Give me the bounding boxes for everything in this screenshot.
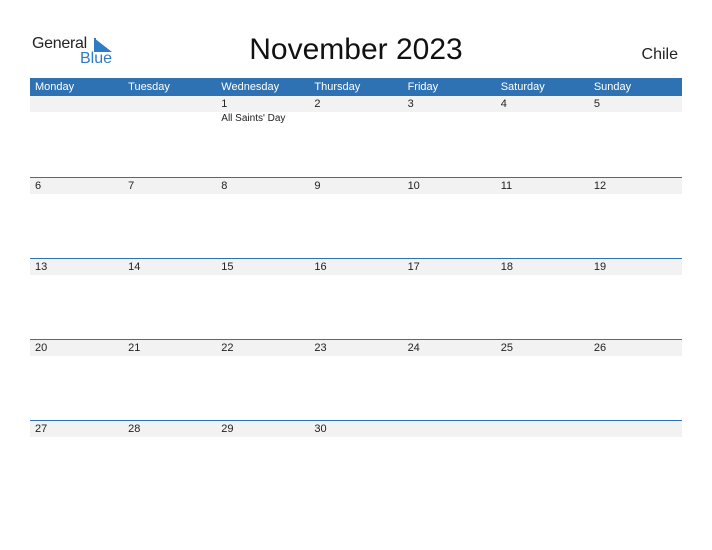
day-cell: 12 <box>589 178 682 194</box>
day-cell: 28 <box>123 421 216 437</box>
day-number: 12 <box>593 180 607 192</box>
calendar-title: November 2023 <box>249 33 463 66</box>
day-number: 2 <box>314 98 321 110</box>
day-number: 25 <box>500 342 513 354</box>
day-cell: 26 <box>589 340 682 356</box>
weekday-wednesday: Wednesday <box>221 81 280 93</box>
day-cell: 11 <box>496 178 589 194</box>
day-number: 18 <box>500 261 513 273</box>
day-number: 16 <box>314 261 327 273</box>
day-number: 4 <box>500 98 507 110</box>
day-cell <box>403 421 496 437</box>
day-cell: 15 <box>216 259 309 275</box>
day-number: 24 <box>407 342 420 354</box>
holiday-label: All Saints' Day <box>221 113 286 124</box>
day-cell: 25 <box>496 340 589 356</box>
weeks-container: 1 All Saints' Day 2 3 4 5 6 7 8 9 10 11 12 13 14 15 16 17… <box>30 96 682 501</box>
day-cell <box>30 96 123 112</box>
day-cell: 6 <box>30 178 123 194</box>
week-row: 6 7 8 9 10 11 12 <box>30 177 682 258</box>
day-number: 9 <box>314 180 321 192</box>
day-cell: 3 <box>403 96 496 112</box>
weekday-thursday: Thursday <box>314 81 361 93</box>
day-cell <box>589 421 682 437</box>
day-cell: 23 <box>309 340 402 356</box>
day-number: 19 <box>593 261 607 273</box>
day-cell: 9 <box>309 178 402 194</box>
day-cell: 27 <box>30 421 123 437</box>
day-cell: 21 <box>123 340 216 356</box>
day-cell <box>496 421 589 437</box>
day-cell: 7 <box>123 178 216 194</box>
date-strip: 27 28 29 30 <box>30 421 682 437</box>
weekday-monday: Monday <box>35 81 75 93</box>
day-cell: 24 <box>403 340 496 356</box>
day-number: 14 <box>128 261 141 273</box>
date-strip: 1 All Saints' Day 2 3 4 5 <box>30 96 682 124</box>
week-row: 1 All Saints' Day 2 3 4 5 <box>30 96 682 177</box>
day-number: 13 <box>35 261 48 273</box>
day-cell: 29 <box>216 421 309 437</box>
calendar-grid: Monday Tuesday Wednesday Thursday Friday… <box>30 78 682 501</box>
day-number: 11 <box>500 180 513 192</box>
day-number: 8 <box>221 180 228 192</box>
day-number: 23 <box>314 342 327 354</box>
day-cell: 2 <box>309 96 402 112</box>
day-number: 3 <box>407 98 414 110</box>
day-number: 22 <box>221 342 234 354</box>
day-cell: 18 <box>496 259 589 275</box>
weekday-saturday: Saturday <box>500 81 545 93</box>
day-cell: 22 <box>216 340 309 356</box>
day-cell: 10 <box>403 178 496 194</box>
day-number: 29 <box>221 423 234 435</box>
day-cell: 19 <box>589 259 682 275</box>
day-cell: 8 <box>216 178 309 194</box>
day-number: 21 <box>128 342 141 354</box>
day-number: 10 <box>407 180 420 192</box>
day-number: 5 <box>593 98 600 110</box>
day-cell: 17 <box>403 259 496 275</box>
day-number: 20 <box>35 342 48 354</box>
date-strip: 6 7 8 9 10 11 12 <box>30 178 682 194</box>
day-number: 6 <box>35 180 42 192</box>
weekday-header: Monday Tuesday Wednesday Thursday Friday… <box>30 78 682 96</box>
day-cell: 4 <box>496 96 589 112</box>
day-cell: 14 <box>123 259 216 275</box>
day-number: 26 <box>593 342 607 354</box>
date-strip: 20 21 22 23 24 25 26 <box>30 340 682 356</box>
day-cell: 13 <box>30 259 123 275</box>
day-cell <box>123 96 216 112</box>
week-row: 20 21 22 23 24 25 26 <box>30 339 682 420</box>
day-number: 30 <box>314 423 327 435</box>
day-number: 28 <box>128 423 141 435</box>
weekday-tuesday: Tuesday <box>128 81 170 93</box>
day-cell: 16 <box>309 259 402 275</box>
day-number: 7 <box>128 180 135 192</box>
day-number: 17 <box>407 261 420 273</box>
day-cell: 1 All Saints' Day <box>216 96 309 124</box>
day-cell: 20 <box>30 340 123 356</box>
day-cell: 30 <box>309 421 402 437</box>
week-row: 13 14 15 16 17 18 19 <box>30 258 682 339</box>
day-number: 1 <box>221 98 228 110</box>
weekday-sunday: Sunday <box>593 81 632 93</box>
day-number: 27 <box>35 423 48 435</box>
week-row: 27 28 29 30 <box>30 420 682 501</box>
date-strip: 13 14 15 16 17 18 19 <box>30 259 682 275</box>
weekday-friday: Friday <box>407 81 439 93</box>
day-cell: 5 <box>589 96 682 112</box>
day-number: 15 <box>221 261 234 273</box>
country-label: Chile <box>641 46 678 63</box>
